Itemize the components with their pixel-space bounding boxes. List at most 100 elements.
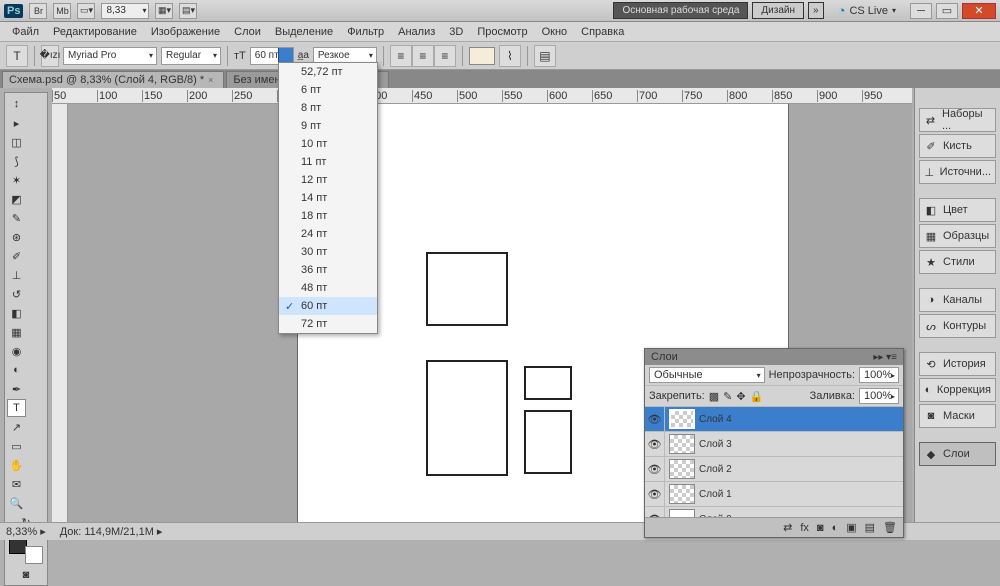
font-size-option[interactable]: 8 пт [279, 99, 377, 117]
lock-paint-icon[interactable]: ✎ [723, 390, 732, 403]
font-size-option[interactable]: ✓60 пт [279, 297, 377, 315]
delete-icon[interactable]: 🗑 [883, 521, 897, 534]
dock-brush[interactable]: ✐Кисть [919, 134, 996, 158]
lock-position-icon[interactable]: ✥ [736, 390, 745, 403]
eyedropper-tool[interactable]: ✎ [7, 209, 26, 227]
close-icon[interactable]: × [208, 75, 213, 85]
dock-sets[interactable]: ⇄Наборы ... [919, 108, 996, 132]
font-size-option[interactable]: 36 пт [279, 261, 377, 279]
history-brush-tool[interactable]: ↺ [7, 285, 26, 303]
arrange-button[interactable]: ▦▾ [155, 3, 173, 19]
lock-all-icon[interactable]: 🔒 [750, 390, 764, 403]
layer-row[interactable]: 👁 Слой 4 [645, 407, 903, 432]
visibility-icon[interactable]: 👁 [645, 482, 665, 506]
visibility-icon[interactable]: 👁 [645, 457, 665, 481]
layer-row[interactable]: 👁Слой 1 [645, 482, 903, 507]
layer-name[interactable]: Слой 3 [699, 439, 732, 450]
menu-select[interactable]: Выделение [269, 24, 339, 40]
workspace-main-button[interactable]: Основная рабочая среда [613, 2, 748, 19]
font-size-option[interactable]: 11 пт [279, 153, 377, 171]
menu-filter[interactable]: Фильтр [341, 24, 390, 40]
ruler-horizontal[interactable]: 5010015020025030035040045050055060065070… [52, 88, 912, 104]
link-icon[interactable]: ⇄ [783, 521, 792, 534]
marquee-tool[interactable]: ◫ [7, 133, 26, 151]
chevron-right-icon[interactable]: ▸ [40, 525, 46, 538]
minibridge-button[interactable]: Mb [53, 3, 71, 19]
layer-thumbnail[interactable] [669, 409, 695, 429]
warp-text-button[interactable]: ⌇ [499, 45, 521, 67]
shape-rect[interactable] [524, 410, 572, 474]
gradient-tool[interactable]: ▦ [7, 323, 26, 341]
dock-masks[interactable]: ◙Маски [919, 404, 996, 428]
shape-rect[interactable] [426, 360, 508, 476]
menu-edit[interactable]: Редактирование [47, 24, 143, 40]
shape-tool[interactable]: ▭ [7, 437, 26, 455]
zoom-tool[interactable]: 🔍 [7, 494, 26, 512]
layer-thumbnail[interactable] [669, 509, 695, 517]
font-size-option[interactable]: 72 пт [279, 315, 377, 333]
visibility-icon[interactable]: 👁 [645, 432, 665, 456]
font-size-option[interactable]: 6 пт [279, 81, 377, 99]
orientation-button[interactable]: �ızı [41, 45, 59, 67]
menu-view[interactable]: Просмотр [471, 24, 533, 40]
chevron-right-icon[interactable]: ▸ [157, 525, 163, 538]
layers-panel-title[interactable]: Слои▸▸ ▾≡ [645, 349, 903, 365]
character-panel-button[interactable]: ▤ [534, 45, 556, 67]
menu-window[interactable]: Окно [536, 24, 574, 40]
layer-thumbnail[interactable] [669, 459, 695, 479]
close-button[interactable]: ✕ [962, 3, 996, 19]
visibility-icon[interactable]: 👁 [645, 507, 665, 517]
hand-tool[interactable]: ✋ [7, 456, 26, 474]
font-size-option[interactable]: 9 пт [279, 117, 377, 135]
dock-adjust[interactable]: ◐Коррекция [919, 378, 996, 402]
workspace-design-button[interactable]: Дизайн [752, 2, 804, 19]
menu-layer[interactable]: Слои [228, 24, 267, 40]
path-tool[interactable]: ↗ [7, 418, 26, 436]
heal-tool[interactable]: ⊛ [7, 228, 26, 246]
align-center-button[interactable]: ≡ [412, 45, 434, 67]
visibility-icon[interactable]: 👁 [645, 407, 665, 431]
layer-row[interactable]: 👁 Слой 3 [645, 432, 903, 457]
menu-analysis[interactable]: Анализ [392, 24, 441, 40]
stamp-tool[interactable]: ⊥ [7, 266, 26, 284]
layer-thumbnail[interactable] [669, 434, 695, 454]
lock-transparency-icon[interactable]: ▩ [709, 390, 719, 403]
notes-tool[interactable]: ✉ [7, 475, 26, 493]
menu-help[interactable]: Справка [575, 24, 630, 40]
dock-styles[interactable]: ★Стили [919, 250, 996, 274]
lasso-tool[interactable]: ⟆ [7, 152, 26, 170]
font-size-option[interactable]: 52,72 пт [279, 63, 377, 81]
cslive-dropdown-icon[interactable]: ▾ [892, 6, 896, 15]
dock-layers[interactable]: ◆Слои [919, 442, 996, 466]
ruler-vertical[interactable] [52, 104, 68, 522]
cslive-button[interactable]: CS Live [849, 5, 888, 17]
bridge-button[interactable]: Br [29, 3, 47, 19]
eraser-tool[interactable]: ◧ [7, 304, 26, 322]
menu-image[interactable]: Изображение [145, 24, 226, 40]
extras-button[interactable]: ▤▾ [179, 3, 197, 19]
layer-name[interactable]: Слой 2 [699, 464, 732, 475]
opacity-input[interactable]: 100% [859, 367, 899, 383]
layer-row[interactable]: 👁Слой 0 [645, 507, 903, 517]
layer-name[interactable]: Слой 4 [699, 414, 732, 425]
font-family-select[interactable]: Myriad Pro [63, 47, 157, 65]
wand-tool[interactable]: ✶ [7, 171, 26, 189]
font-size-option[interactable]: 48 пт [279, 279, 377, 297]
dodge-tool[interactable]: ◐ [7, 361, 26, 379]
workspace-more-button[interactable]: » [808, 2, 824, 19]
dock-channels[interactable]: ◑Каналы [919, 288, 996, 312]
mask-icon[interactable]: ◙ [817, 522, 824, 534]
maximize-button[interactable]: ▭ [936, 3, 958, 19]
menu-3d[interactable]: 3D [443, 24, 469, 40]
quickmask-button[interactable]: ◙ [7, 567, 45, 583]
zoom-select[interactable]: 8,33 [101, 3, 149, 19]
tool-preset-icon[interactable]: T [6, 45, 28, 67]
tab-active[interactable]: Схема.psd @ 8,33% (Слой 4, RGB/8) *× [2, 71, 224, 88]
dock-swatches[interactable]: ▦Образцы [919, 224, 996, 248]
blend-mode-select[interactable]: Обычные [649, 367, 765, 383]
status-zoom[interactable]: 8,33% [6, 526, 37, 538]
pen-tool[interactable]: ✒ [7, 380, 26, 398]
layer-thumbnail[interactable] [669, 484, 695, 504]
font-weight-select[interactable]: Regular [161, 47, 221, 65]
font-size-option[interactable]: 18 пт [279, 207, 377, 225]
